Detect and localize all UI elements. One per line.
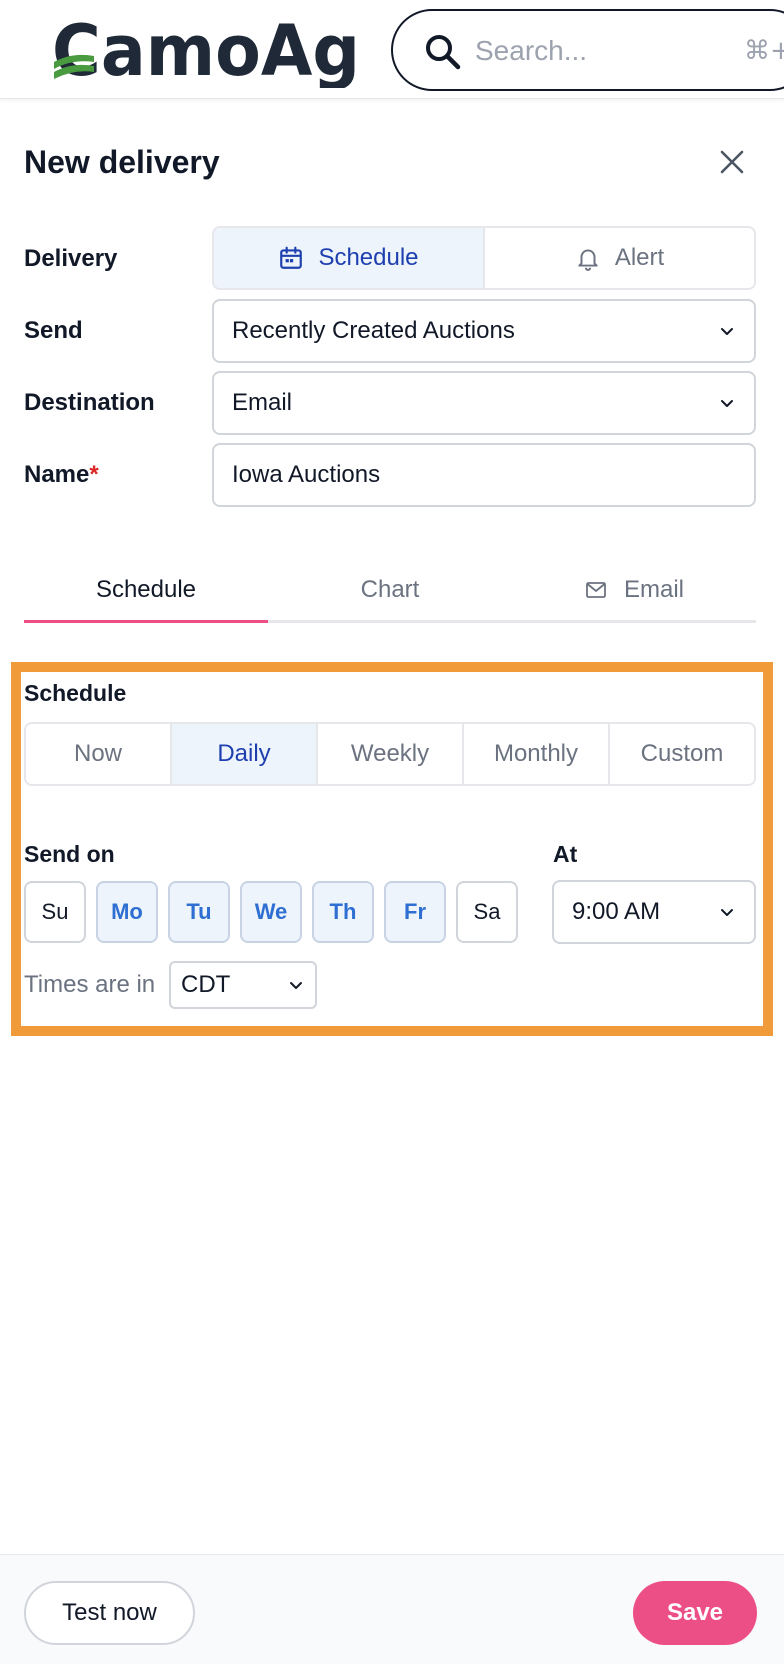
tab-schedule-label: Schedule — [95, 576, 197, 603]
delivery-alert-button[interactable]: Alert — [483, 228, 754, 288]
day-saturday-button[interactable]: Sa — [456, 881, 518, 943]
active-tab-indicator — [24, 620, 268, 623]
day-monday-button[interactable]: Mo — [96, 881, 158, 943]
close-icon[interactable] — [716, 146, 748, 178]
destination-value: Email — [232, 389, 293, 416]
tab-chart[interactable]: Chart — [268, 560, 512, 620]
name-value[interactable]: Iowa Auctions — [232, 460, 736, 490]
tab-schedule[interactable]: Schedule — [24, 560, 268, 620]
mail-icon — [586, 582, 606, 598]
schedule-heading: Schedule — [24, 680, 127, 706]
chevron-down-icon — [290, 982, 302, 989]
frequency-daily-button[interactable]: Daily — [170, 724, 316, 784]
camoag-logo[interactable]: CamoAg — [52, 12, 362, 88]
destination-select[interactable]: Email — [212, 371, 756, 435]
day-tuesday-button[interactable]: Tu — [168, 881, 230, 943]
save-button[interactable]: Save — [633, 1581, 757, 1645]
day-wednesday-button[interactable]: We — [240, 881, 302, 943]
chevron-down-icon — [721, 400, 733, 407]
frequency-weekly-button[interactable]: Weekly — [316, 724, 462, 784]
chevron-down-icon — [721, 328, 733, 335]
send-label: Send — [24, 317, 83, 344]
delivery-alert-label: Alert — [614, 244, 665, 271]
config-tabs: Schedule Chart Email — [24, 560, 756, 624]
search-input[interactable]: Search... — [475, 31, 587, 71]
tab-email[interactable]: Email — [512, 560, 756, 620]
tab-email-label: Email — [623, 576, 684, 603]
time-select[interactable]: 9:00 AM — [552, 880, 756, 944]
logo-text: CamoAg — [52, 12, 360, 88]
name-field[interactable]: Iowa Auctions — [212, 443, 756, 507]
frequency-now-button[interactable]: Now — [26, 724, 170, 784]
tab-chart-label: Chart — [360, 576, 420, 603]
bell-icon — [578, 249, 598, 271]
frequency-toggle: Now Daily Weekly Monthly Custom — [24, 722, 756, 786]
frequency-monthly-button[interactable]: Monthly — [462, 724, 608, 784]
send-value: Recently Created Auctions — [232, 317, 515, 344]
chevron-down-icon — [721, 909, 733, 916]
test-now-button[interactable]: Test now — [24, 1581, 195, 1645]
delivery-schedule-button[interactable]: Schedule — [214, 228, 483, 288]
timezone-label: Times are in — [24, 971, 156, 998]
destination-label: Destination — [24, 389, 155, 416]
day-thursday-button[interactable]: Th — [312, 881, 374, 943]
name-label-text: Name — [24, 461, 90, 488]
send-on-label: Send on — [24, 841, 115, 867]
required-mark: * — [89, 461, 99, 488]
calendar-icon — [280, 246, 303, 269]
dialog-footer: Test now Save — [0, 1554, 784, 1664]
send-select[interactable]: Recently Created Auctions — [212, 299, 756, 363]
search-shortcut: ⌘+ — [744, 36, 784, 66]
day-friday-button[interactable]: Fr — [384, 881, 446, 943]
delivery-type-toggle: Schedule Alert — [212, 226, 756, 290]
time-value: 9:00 AM — [572, 898, 661, 925]
delivery-label: Delivery — [24, 245, 118, 272]
delivery-schedule-label: Schedule — [318, 244, 419, 271]
dialog-title: New delivery — [24, 144, 220, 180]
at-label: At — [553, 841, 578, 867]
frequency-custom-button[interactable]: Custom — [608, 724, 754, 784]
search-icon — [426, 35, 461, 70]
top-bar: CamoAg Search... ⌘+ — [0, 0, 784, 99]
timezone-value: CDT — [181, 971, 231, 998]
day-sunday-button[interactable]: Su — [24, 881, 86, 943]
search-bar[interactable]: Search... ⌘+ — [391, 9, 784, 91]
timezone-select[interactable]: CDT — [169, 961, 317, 1009]
name-label: Name* — [24, 460, 99, 490]
